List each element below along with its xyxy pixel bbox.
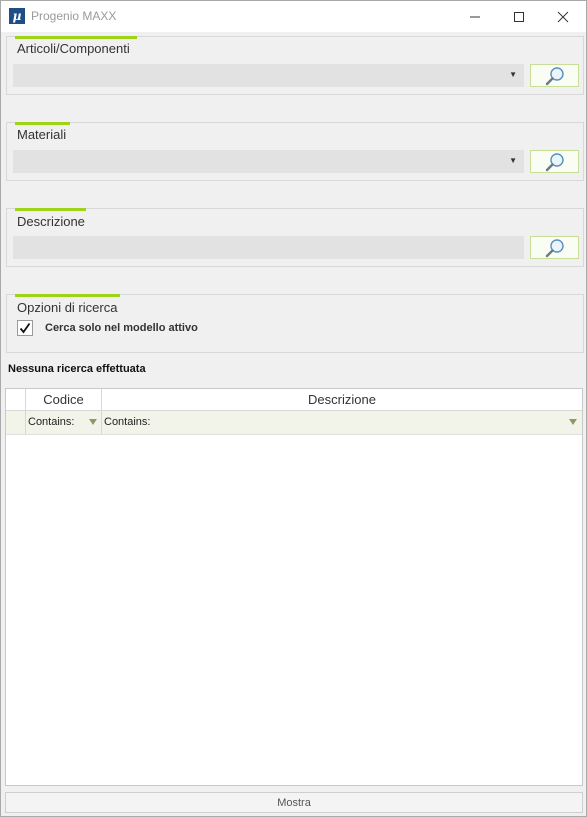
grid-header-row: Codice Descrizione (6, 389, 582, 411)
title-bar[interactable]: µ Progenio MAXX (1, 1, 586, 32)
row-indicator-header (6, 389, 26, 410)
filter-funnel-icon[interactable] (569, 419, 577, 425)
descrizione-group: Descrizione (6, 208, 584, 267)
magnifier-icon (545, 66, 564, 85)
filter-condition-label: Contains: (28, 416, 75, 428)
checkmark-icon (19, 322, 31, 334)
close-button[interactable] (541, 1, 585, 32)
articoli-combobox[interactable]: ▼ (13, 64, 524, 87)
filter-funnel-icon[interactable] (89, 419, 97, 425)
materiali-label: Materiali (17, 127, 67, 142)
grid-filter-row: Contains: Contains: (6, 411, 582, 435)
materiali-group: Materiali ▼ (6, 122, 584, 181)
materiali-combobox[interactable]: ▼ (13, 150, 524, 173)
show-button[interactable]: Mostra (5, 792, 583, 813)
column-header-label: Codice (43, 392, 84, 407)
dropdown-arrow-icon[interactable]: ▼ (509, 70, 517, 79)
magnifier-icon (545, 238, 564, 257)
filter-condition-label: Contains: (104, 416, 151, 428)
opzioni-label: Opzioni di ricerca (17, 300, 118, 315)
close-icon (557, 11, 569, 22)
articoli-label: Articoli/Componenti (17, 41, 130, 56)
group-accent-bar (15, 208, 86, 211)
app-logo-icon: µ (9, 8, 25, 24)
magnifier-icon (545, 152, 564, 171)
descrizione-search-button[interactable] (530, 236, 579, 259)
column-header-descrizione[interactable]: Descrizione (102, 389, 582, 410)
window-title: Progenio MAXX (31, 9, 117, 23)
group-accent-bar (15, 36, 137, 39)
active-model-label[interactable]: Cerca solo nel modello attivo (45, 322, 198, 334)
group-accent-bar (15, 122, 70, 125)
maximize-icon (514, 11, 524, 22)
group-accent-bar (15, 294, 120, 297)
row-indicator-filter (6, 411, 26, 434)
results-grid[interactable]: Codice Descrizione Contains: Contains: (5, 388, 583, 786)
minimize-icon (470, 16, 480, 17)
opzioni-group: Opzioni di ricerca Cerca solo nel modell… (6, 294, 584, 353)
articoli-group: Articoli/Componenti ▼ (6, 36, 584, 95)
descrizione-label: Descrizione (17, 214, 85, 229)
app-window: µ Progenio MAXX Articoli/Componenti ▼ Ma… (0, 0, 587, 817)
search-status: Nessuna ricerca effettuata (8, 363, 146, 375)
filter-cell-descrizione[interactable]: Contains: (102, 411, 582, 434)
minimize-button[interactable] (453, 1, 497, 32)
column-header-label: Descrizione (308, 392, 376, 407)
filter-cell-codice[interactable]: Contains: (26, 411, 102, 434)
articoli-search-button[interactable] (530, 64, 579, 87)
materiali-search-button[interactable] (530, 150, 579, 173)
descrizione-input[interactable] (13, 236, 524, 259)
active-model-checkbox[interactable] (17, 320, 33, 336)
column-header-codice[interactable]: Codice (26, 389, 102, 410)
dropdown-arrow-icon[interactable]: ▼ (509, 156, 517, 165)
maximize-button[interactable] (497, 1, 541, 32)
